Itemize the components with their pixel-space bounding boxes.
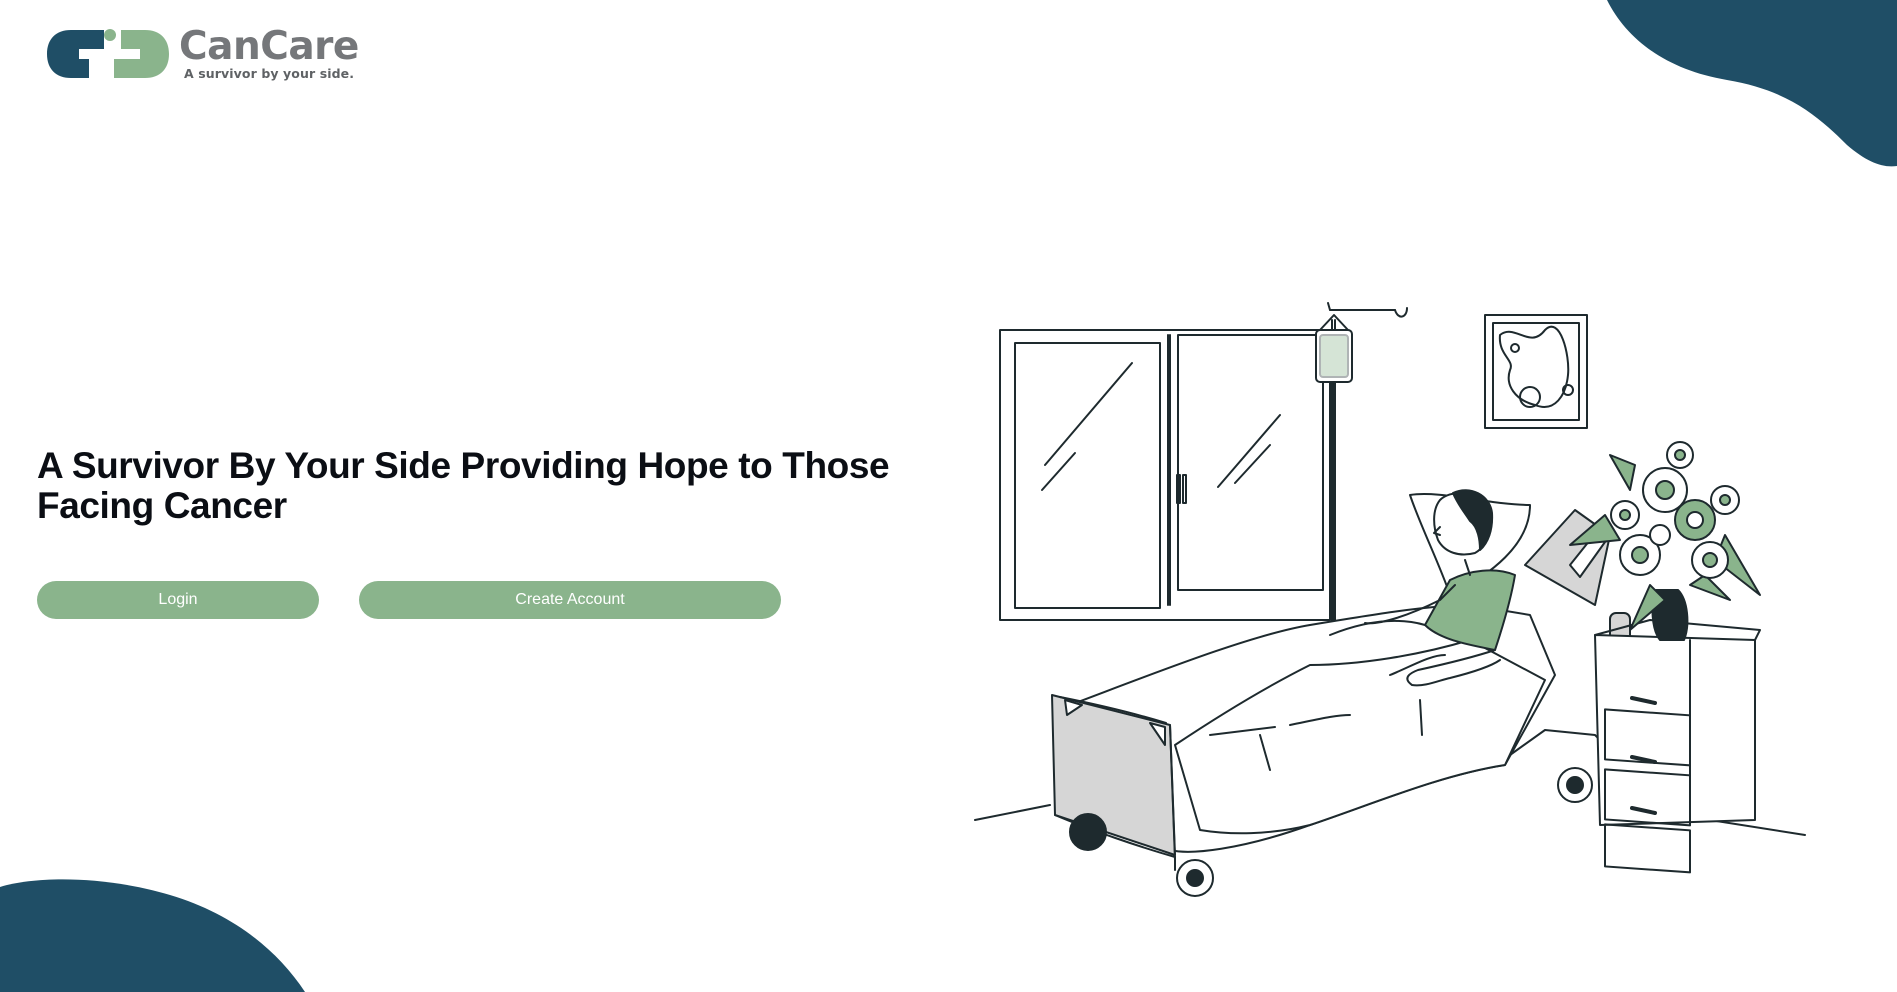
brand-name: CanCare [179,24,359,70]
brand-tagline: A survivor by your side. [184,66,355,82]
hero-title: A Survivor By Your Side Providing Hope t… [37,445,890,526]
patient-in-hospital-bed-illustration [974,302,1806,897]
cancare-logo-icon [47,29,169,78]
wall-picture [1484,314,1588,429]
window [999,329,1331,621]
login-button[interactable]: Login [37,581,319,619]
nightstand [1594,619,1761,874]
create-account-button[interactable]: Create Account [359,581,781,619]
decorative-blob-bottom-left [0,879,305,992]
landing-page: CanCare A survivor by your side. A Survi… [0,0,1897,992]
decorative-blob-top-right [1607,0,1897,167]
logo-text: CanCare A survivor by your side. [179,27,359,81]
brand-logo[interactable]: CanCare A survivor by your side. [45,27,359,81]
flower-vase [1569,441,1761,641]
